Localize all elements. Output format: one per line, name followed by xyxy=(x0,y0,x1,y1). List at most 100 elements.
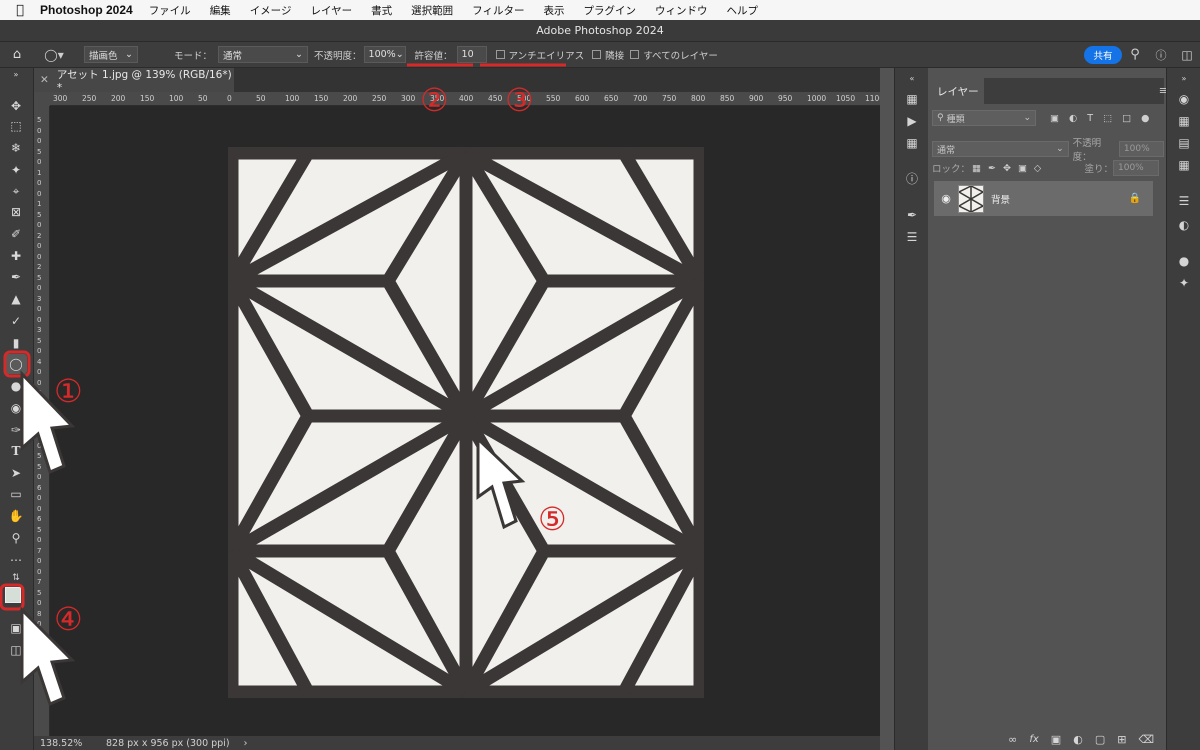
blend-mode-select[interactable]: 通常 ⌄ xyxy=(932,141,1069,157)
status-expand-icon[interactable]: › xyxy=(244,738,248,749)
menu-item-file[interactable]: ファイル xyxy=(149,3,191,18)
filter-shape-icon[interactable]: ⬚ xyxy=(1103,113,1112,124)
blur-tool-icon[interactable]: ● xyxy=(5,376,27,396)
zoom-tool-icon[interactable]: ⚲ xyxy=(5,528,27,548)
contiguous-checkbox[interactable] xyxy=(592,50,602,59)
more-tools-icon[interactable]: ⋯ xyxy=(5,550,27,570)
properties-icon[interactable]: ☰ xyxy=(1175,192,1193,210)
link-layers-icon[interactable]: ∞ xyxy=(1008,733,1017,746)
close-icon[interactable]: ✕ xyxy=(40,74,49,86)
history-brush-tool-icon[interactable]: ✓ xyxy=(5,311,27,331)
swatches-icon[interactable]: ▦ xyxy=(1175,112,1193,130)
tab-layers[interactable]: レイヤー xyxy=(928,78,984,104)
eyedropper-tool-icon[interactable]: ✐ xyxy=(5,224,27,244)
type-tool-icon[interactable]: T xyxy=(5,441,27,461)
canvas-area[interactable] xyxy=(50,106,880,736)
menu-item-layer[interactable]: レイヤー xyxy=(310,3,352,18)
quick-mask-icon[interactable]: ▣ xyxy=(5,618,27,638)
gradients-icon[interactable]: ▤ xyxy=(1175,134,1193,152)
antialias-checkbox[interactable] xyxy=(495,50,505,59)
apple-icon[interactable]:  xyxy=(0,3,40,18)
marquee-tool-icon[interactable]: ⬚ xyxy=(5,116,27,136)
lock-transparent-icon[interactable]: ▦ xyxy=(972,163,981,174)
lock-position-icon[interactable]: ✥ xyxy=(1003,163,1011,174)
frame-tool-icon[interactable]: ⊠ xyxy=(5,202,27,222)
delete-layer-icon[interactable]: ⌫ xyxy=(1138,733,1154,746)
pen-tool-icon[interactable]: ✑ xyxy=(5,420,27,440)
comments-icon[interactable]: ▦ xyxy=(903,134,921,152)
menu-item-filter[interactable]: フィルター xyxy=(472,3,524,18)
menu-item-select[interactable]: 選択範囲 xyxy=(411,3,453,18)
layer-opacity-input[interactable]: 100% xyxy=(1118,141,1164,157)
collapse-right-icon[interactable]: » xyxy=(1175,70,1193,88)
swap-colors-icon[interactable]: ⇅ xyxy=(5,568,27,588)
mode-select[interactable]: 通常 ⌄ xyxy=(218,46,309,63)
libraries-icon[interactable]: ● xyxy=(1175,252,1193,270)
app-menu[interactable]: Photoshop 2024 xyxy=(40,3,133,17)
pattern-select[interactable] xyxy=(144,46,164,63)
zoom-level[interactable]: 138.52% xyxy=(40,738,98,749)
workspace-icon[interactable]: ◫ xyxy=(1174,48,1200,62)
filter-adjustment-icon[interactable]: ◐ xyxy=(1069,113,1077,124)
asanoha-artwork[interactable] xyxy=(228,147,704,698)
fill-input[interactable]: 100% xyxy=(1113,160,1159,176)
stamp-tool-icon[interactable]: ▲ xyxy=(5,289,27,309)
home-icon[interactable]: ⌂ xyxy=(0,47,34,62)
horizontal-ruler[interactable]: 300 250 200 150 100 50 0 50 100 150 200 250 300 350 40… xyxy=(50,92,880,106)
foreground-color-swatch[interactable] xyxy=(5,587,21,603)
color-palette-icon[interactable]: ◉ xyxy=(1175,90,1193,108)
paint-bucket-preset-icon[interactable]: ◯▾ xyxy=(34,48,74,62)
filter-kind-select[interactable]: ⚲ 種類 ⌄ xyxy=(932,110,1036,126)
new-layer-icon[interactable]: ⊞ xyxy=(1117,733,1126,746)
filter-toggle-icon[interactable]: ● xyxy=(1141,113,1149,124)
vertical-ruler[interactable]: 5 0 0 5 0 1 0 0 1 5 0 2 0 0 2 5 0 3 0 0 3 5 0 4 0 0 4 5 0 5 0 0 5 5 0 6 0 0 6 5… xyxy=(34,106,50,736)
rectangle-tool-icon[interactable]: ▭ xyxy=(5,484,27,504)
actions-play-icon[interactable]: ▶ xyxy=(903,112,921,130)
lock-icon[interactable]: 🔒 xyxy=(1129,193,1141,204)
add-mask-icon[interactable]: ▣ xyxy=(1051,733,1061,746)
eraser-tool-icon[interactable]: ▮ xyxy=(5,333,27,353)
info-icon[interactable]: ⓘ xyxy=(903,170,921,188)
help-icon[interactable]: ⓘ xyxy=(1148,47,1174,63)
document-tab[interactable]: ✕ アセット 1.jpg @ 139% (RGB/16*) * xyxy=(34,68,234,94)
adjustments-icon[interactable]: ☰ xyxy=(903,228,921,246)
menu-item-view[interactable]: 表示 xyxy=(543,3,564,18)
tolerance-input[interactable]: 10 xyxy=(456,46,487,63)
magic-wand-tool-icon[interactable]: ✦ xyxy=(5,160,27,180)
screen-mode-icon[interactable]: ◫ xyxy=(5,640,27,660)
menu-item-edit[interactable]: 編集 xyxy=(210,3,231,18)
path-selection-tool-icon[interactable]: ➤ xyxy=(5,463,27,483)
share-button[interactable]: 共有 xyxy=(1084,45,1122,64)
layer-name[interactable]: 背景 xyxy=(991,192,1010,206)
fx-icon[interactable]: fx xyxy=(1029,734,1038,745)
fill-source-select[interactable]: 描画色 ⌄ xyxy=(84,46,138,63)
crop-tool-icon[interactable]: ⌖ xyxy=(5,181,27,201)
menu-item-help[interactable]: ヘルプ xyxy=(726,3,758,18)
lasso-tool-icon[interactable]: ❄ xyxy=(5,138,27,158)
lock-image-icon[interactable]: ✒ xyxy=(988,163,996,174)
opacity-input[interactable]: 100% ⌄ xyxy=(363,46,406,63)
history-icon[interactable]: ▦ xyxy=(903,90,921,108)
filter-pixel-icon[interactable]: ▣ xyxy=(1050,113,1059,124)
lock-all-icon[interactable]: ◇ xyxy=(1034,163,1041,174)
paint-bucket-tool-icon[interactable]: ◯ xyxy=(5,354,27,374)
patterns-icon[interactable]: ▦ xyxy=(1175,156,1193,174)
healing-brush-tool-icon[interactable]: ✚ xyxy=(5,246,27,266)
brush-tool-icon[interactable]: ✒ xyxy=(5,267,27,287)
filter-type-icon[interactable]: T xyxy=(1087,113,1093,124)
lock-artboard-icon[interactable]: ▣ xyxy=(1018,163,1027,174)
visibility-eye-icon[interactable]: ◉ xyxy=(934,192,958,205)
menu-item-image[interactable]: イメージ xyxy=(250,3,292,18)
dodge-tool-icon[interactable]: ◉ xyxy=(5,398,27,418)
filter-smart-object-icon[interactable]: □ xyxy=(1122,113,1131,124)
menu-item-plugins[interactable]: プラグイン xyxy=(583,3,636,18)
paths-icon[interactable]: ✦ xyxy=(1175,274,1193,292)
search-icon[interactable]: ⚲ xyxy=(1122,47,1148,62)
new-group-icon[interactable]: ▢ xyxy=(1095,733,1105,746)
hand-tool-icon[interactable]: ✋ xyxy=(5,506,27,526)
menu-item-window[interactable]: ウィンドウ xyxy=(655,3,708,18)
adjustments-panel-icon[interactable]: ◐ xyxy=(1175,216,1193,234)
brush-settings-icon[interactable]: ✒ xyxy=(903,206,921,224)
collapse-toolbar-icon[interactable]: » xyxy=(5,68,27,80)
layer-row-background[interactable]: ◉ 背景 🔒 xyxy=(934,181,1153,216)
